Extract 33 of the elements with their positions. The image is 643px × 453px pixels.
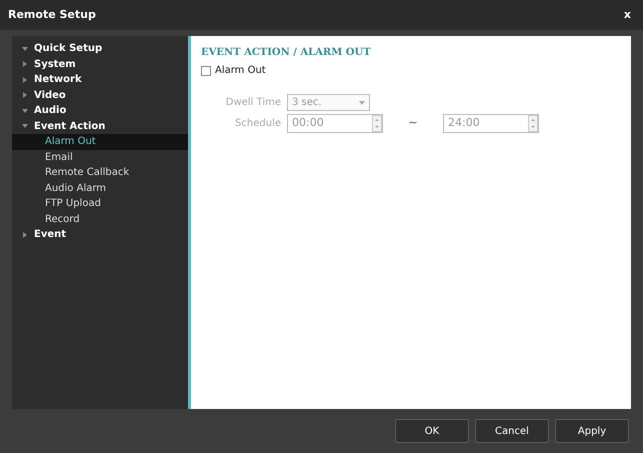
checkbox[interactable]: [201, 66, 211, 76]
dialog-button[interactable]: Cancel: [475, 419, 549, 443]
triangle-right-icon: [22, 76, 28, 83]
close-button[interactable]: x: [620, 6, 635, 24]
tree-item[interactable]: Video: [12, 88, 188, 103]
tree-item[interactable]: Quick Setup: [12, 41, 188, 56]
dialog-button[interactable]: Apply: [555, 419, 629, 443]
tree-item[interactable]: Alarm Out: [12, 134, 188, 150]
tree-item[interactable]: Record: [12, 212, 188, 227]
section-heading: EVENT ACTION / ALARM OUT: [201, 46, 372, 60]
triangle-down-icon: [22, 123, 28, 130]
tree-item[interactable]: FTP Upload: [12, 196, 188, 212]
triangle-right-icon: [22, 232, 28, 238]
triangle-right-icon: [22, 61, 28, 68]
tree-item[interactable]: Audio Alarm: [12, 180, 188, 196]
tree-item[interactable]: System: [12, 56, 188, 72]
spin-arrows-icon[interactable]: [528, 115, 538, 132]
tree-item[interactable]: Event Action: [12, 118, 188, 134]
dialog-button[interactable]: OK: [395, 419, 469, 443]
tree-item[interactable]: Audio: [12, 103, 188, 118]
triangle-right-icon: [22, 92, 28, 98]
checkbox-label: Alarm Out: [215, 64, 266, 78]
tree-item[interactable]: Network: [12, 72, 188, 88]
field-label: Dwell Time: [224, 96, 282, 110]
range-separator: ~: [407, 115, 419, 132]
field-label: Schedule: [234, 117, 282, 131]
window-title: Remote Setup: [8, 6, 96, 23]
caret-icon: [359, 100, 365, 104]
triangle-down-icon: [22, 46, 28, 52]
tree-item[interactable]: Remote Callback: [12, 165, 188, 180]
tree-item[interactable]: Email: [12, 150, 188, 165]
tree-item[interactable]: Event: [12, 227, 188, 242]
triangle-down-icon: [22, 108, 28, 114]
